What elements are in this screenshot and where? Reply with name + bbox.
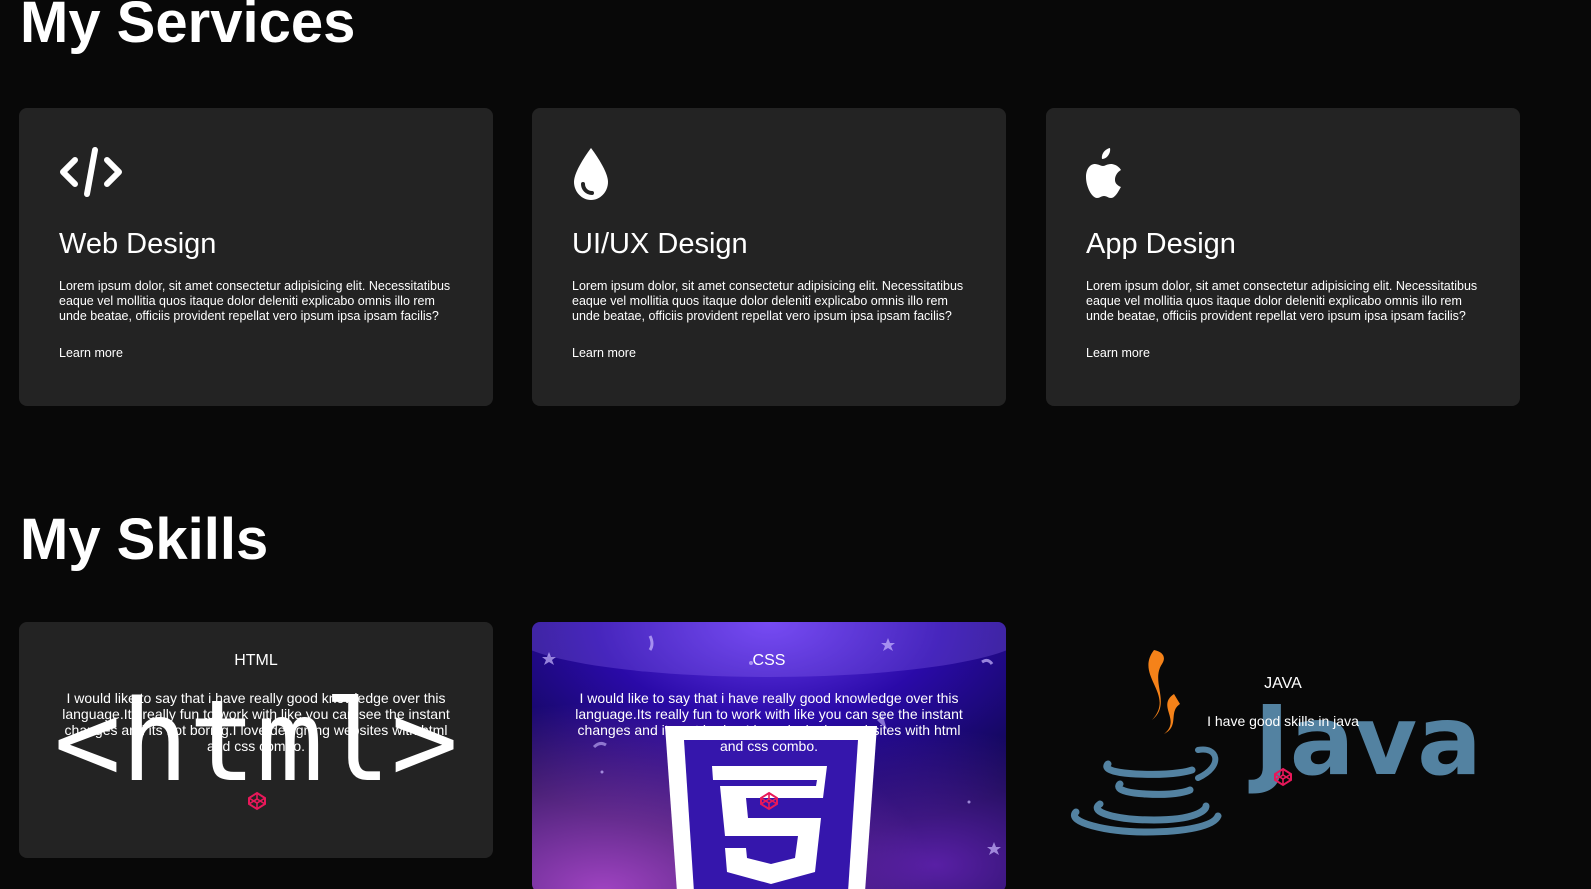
skill-text: I have good skills in java: [1207, 713, 1359, 729]
skill-title: CSS: [752, 652, 786, 669]
learn-more-link[interactable]: Learn more: [59, 346, 123, 360]
codepen-icon[interactable]: [759, 791, 779, 811]
apple-icon: [1086, 148, 1121, 198]
skill-card-html: <html> HTML I would like to say that i h…: [19, 622, 493, 858]
service-card-title: App Design: [1086, 228, 1236, 260]
service-card-title: UI/UX Design: [572, 228, 748, 260]
skills-heading: My Skills: [20, 507, 269, 572]
learn-more-link[interactable]: Learn more: [572, 346, 636, 360]
service-card-text: Lorem ipsum dolor, sit amet consectetur …: [572, 279, 964, 324]
services-heading: My Services: [20, 0, 356, 55]
service-card-text: Lorem ipsum dolor, sit amet consectetur …: [59, 279, 451, 324]
page: My Services Web Design Lorem ipsum dolor…: [0, 0, 1591, 889]
service-card-web-design: Web Design Lorem ipsum dolor, sit amet c…: [19, 108, 493, 406]
skill-card-css: 3 CSS I would like to say that i have re…: [532, 622, 1006, 889]
service-card-app-design: App Design Lorem ipsum dolor, sit amet c…: [1046, 108, 1520, 406]
learn-more-link[interactable]: Learn more: [1086, 346, 1150, 360]
codepen-icon[interactable]: [1273, 767, 1293, 787]
service-card-uiux-design: UI/UX Design Lorem ipsum dolor, sit amet…: [532, 108, 1006, 406]
drop-icon: [574, 148, 608, 200]
skill-text: I would like to say that i have really g…: [575, 690, 963, 754]
skill-text: I would like to say that i have really g…: [62, 690, 450, 754]
service-card-title: Web Design: [59, 228, 217, 260]
skill-title: JAVA: [1264, 675, 1302, 692]
codepen-icon[interactable]: [247, 791, 267, 811]
skill-card-java: Java JAVA I have good skills in java: [1046, 622, 1520, 889]
skill-title: HTML: [234, 652, 278, 669]
java-logo-background: Java: [1070, 650, 1482, 836]
service-card-text: Lorem ipsum dolor, sit amet consectetur …: [1086, 279, 1478, 324]
code-icon: [60, 147, 122, 197]
